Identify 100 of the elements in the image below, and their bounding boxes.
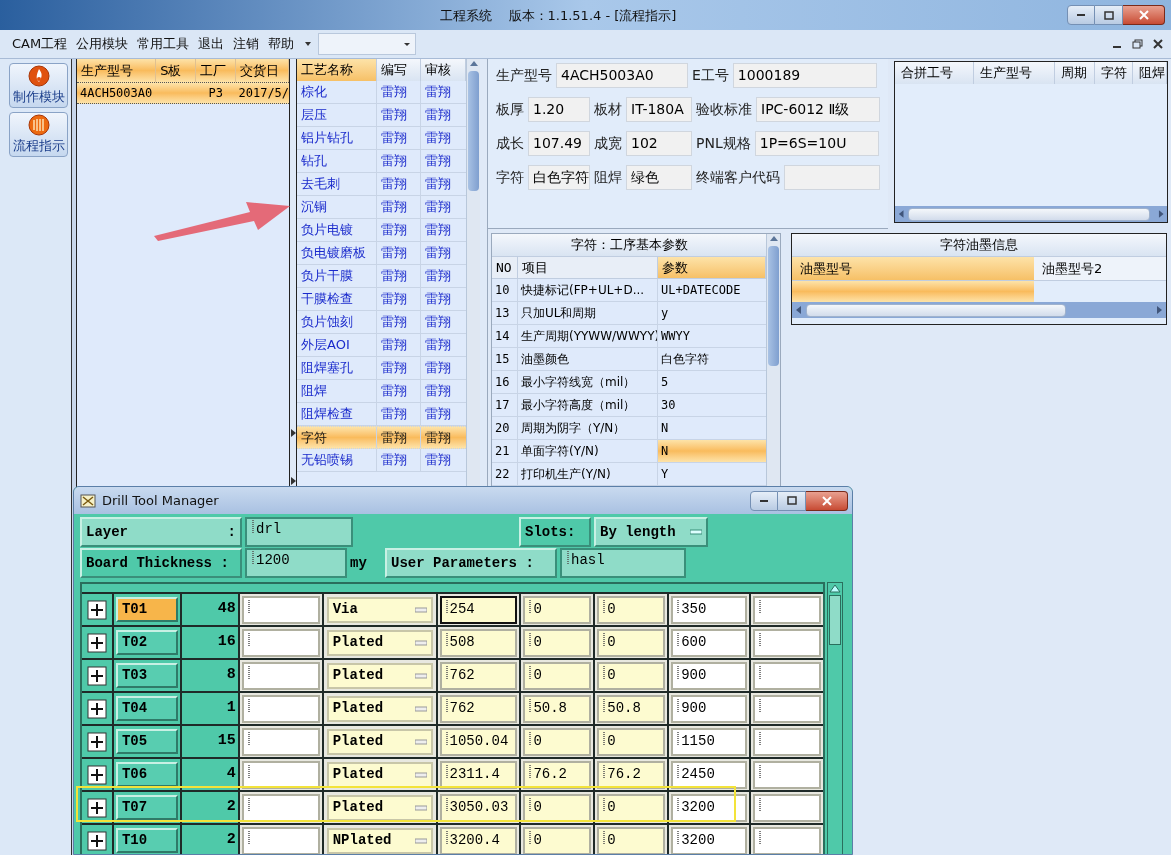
scroll-up-icon[interactable] [768,234,779,242]
column-header[interactable]: NO [492,257,518,278]
readonly-field[interactable]: 1000189 [732,63,877,88]
column-header[interactable]: 油墨型号 [792,257,1034,280]
readonly-field[interactable]: 绿色 [626,165,692,190]
input-field[interactable]: 0 [523,826,592,854]
scroll-up-icon[interactable] [829,583,841,593]
input-field[interactable] [241,595,320,624]
thickness-field[interactable]: 1200 [245,548,347,578]
scrollbar[interactable] [766,234,780,486]
input-field[interactable]: 0 [597,661,666,690]
close-button[interactable] [1123,5,1165,25]
input-field[interactable]: 50.8 [597,694,666,723]
table-cell[interactable]: y [658,302,766,324]
input-field[interactable]: 762 [439,694,518,723]
column-header[interactable]: 参数 [658,257,766,278]
input-field[interactable]: 0 [597,595,666,624]
input-field[interactable]: 762 [439,661,518,690]
expand-icon[interactable] [86,599,107,620]
input-field[interactable] [753,694,821,723]
module-button[interactable]: 流程指示 [9,112,68,157]
tool-button[interactable]: T05 [115,729,178,754]
input-field[interactable]: 0 [597,727,666,756]
input-field[interactable] [241,760,320,789]
input-field[interactable]: 0 [523,793,592,822]
input-field[interactable]: 900 [671,661,748,690]
column-header[interactable]: 工艺名称 [297,59,377,81]
input-field[interactable]: 0 [523,661,592,690]
input-field[interactable] [753,727,821,756]
expand-icon[interactable] [86,764,107,785]
readonly-field[interactable]: IT-180A [626,97,692,122]
close-icon[interactable] [1153,39,1163,49]
column-header[interactable]: 阻焊 [1133,62,1167,84]
column-header[interactable]: 生产型号 [974,62,1056,84]
input-field[interactable]: 3050.03 [439,793,518,822]
caret-icon[interactable] [303,41,314,47]
input-field[interactable]: 76.2 [523,760,592,789]
menu-item[interactable]: 常用工具 [133,34,194,54]
type-dropdown[interactable]: Plated [326,662,433,689]
input-field[interactable]: 0 [597,628,666,657]
input-field[interactable]: 1050.04 [439,727,518,756]
input-field[interactable]: 0 [523,628,592,657]
input-field[interactable]: 0 [597,793,666,822]
input-field[interactable] [753,595,821,624]
menu-item[interactable]: CAM工程 [8,34,72,54]
maximize-button[interactable] [778,490,806,511]
type-dropdown[interactable]: Plated [326,695,433,722]
scroll-left-icon[interactable] [897,209,905,219]
input-field[interactable] [241,727,320,756]
input-field[interactable]: 600 [671,628,748,657]
readonly-field[interactable]: 102 [626,131,692,156]
scroll-right-icon[interactable] [1156,305,1164,315]
module-button[interactable]: 制作模块 [9,63,68,108]
input-field[interactable]: 350 [671,595,748,624]
input-field[interactable]: 3200 [671,793,748,822]
scroll-right-icon[interactable] [1157,209,1165,219]
readonly-field[interactable] [784,165,880,190]
readonly-field[interactable]: 1.20 [528,97,590,122]
input-field[interactable] [753,628,821,657]
menu-item[interactable]: 注销 [229,34,264,54]
scrollbar[interactable] [466,59,480,487]
input-field[interactable]: 0 [523,727,592,756]
user-parameters-field[interactable]: hasl [560,548,686,578]
readonly-field[interactable]: 白色字符 [528,165,590,190]
table-cell[interactable]: UL+DATECODE [658,279,766,301]
input-field[interactable] [241,826,320,854]
tool-button[interactable]: T02 [115,630,178,655]
input-field[interactable]: 254 [439,595,518,624]
column-header[interactable]: 编写 [376,59,422,81]
splitter-arrow-icon[interactable] [290,477,296,485]
expand-icon[interactable] [86,632,107,653]
menu-item[interactable]: 退出 [194,34,229,54]
expand-icon[interactable] [86,830,107,851]
expand-icon[interactable] [86,731,107,752]
table-cell[interactable]: N [658,417,766,439]
readonly-field[interactable]: IPC-6012 Ⅱ级 [756,97,880,122]
table-cell[interactable]: Y [658,463,766,485]
table-cell[interactable]: WWYY [658,325,766,347]
close-button[interactable] [806,490,848,511]
input-field[interactable]: 0 [597,826,666,854]
column-header[interactable]: 周期 [1055,62,1095,84]
readonly-field[interactable]: 107.49 [528,131,590,156]
scroll-thumb[interactable] [806,303,1066,317]
column-header[interactable]: 合拼工号 [895,62,975,84]
type-dropdown[interactable]: NPlated [326,827,433,854]
splitter-arrow-icon[interactable] [290,429,296,437]
input-field[interactable] [241,793,320,822]
layer-field[interactable]: drl [245,517,353,547]
input-field[interactable]: 508 [439,628,518,657]
readonly-field[interactable]: 4ACH5003A0 [556,63,688,88]
input-field[interactable] [753,793,821,822]
expand-icon[interactable] [86,698,107,719]
table-cell[interactable]: N [658,440,766,462]
maximize-button[interactable] [1095,5,1123,25]
minimize-button[interactable] [750,490,778,511]
input-field[interactable]: 2450 [671,760,748,789]
type-dropdown[interactable]: Plated [326,629,433,656]
expand-icon[interactable] [86,797,107,818]
table-cell[interactable]: 30 [658,394,766,416]
table-cell[interactable] [792,281,1034,302]
